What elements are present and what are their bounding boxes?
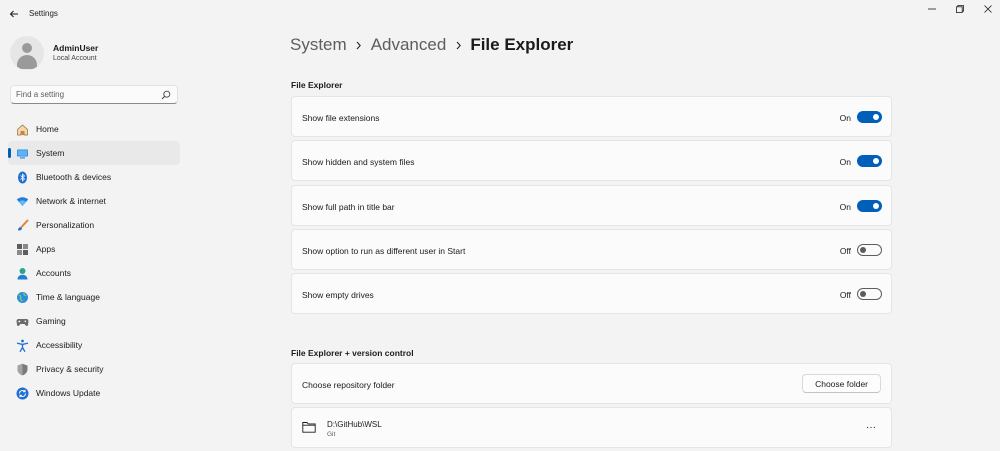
toggle-state-text: On [839,113,851,123]
search-box[interactable] [10,85,178,104]
wifi-icon [15,194,29,208]
update-icon [15,386,29,400]
sidebar-item-system[interactable]: System [8,141,180,165]
search-icon [161,90,171,100]
setting-label: Show full path in title bar [302,202,395,212]
folder-icon [302,422,316,433]
section-title-file-explorer: File Explorer [291,80,343,90]
toggle-state-text: On [839,202,851,212]
toggle-switch[interactable] [857,200,882,212]
toggle-state-text: On [839,157,851,167]
section-title-version-control: File Explorer + version control [291,348,414,358]
back-button[interactable] [4,4,24,24]
setting-show-empty-drives: Show empty drives Off [291,273,892,314]
restore-icon [956,5,964,13]
title-bar: Settings [0,0,1000,28]
shield-icon [15,362,29,376]
toggle-switch[interactable] [857,244,882,256]
apps-icon [15,242,29,256]
toggle-switch[interactable] [857,155,882,167]
close-icon [984,5,992,13]
sidebar-item-personalization[interactable]: Personalization [8,213,180,237]
choose-folder-button[interactable]: Choose folder [802,374,881,393]
sidebar-item-apps[interactable]: Apps [8,237,180,261]
account-type: Local Account [53,55,97,62]
close-button[interactable] [974,0,1000,18]
repository-type: Git [327,431,336,438]
breadcrumb-advanced[interactable]: Advanced [371,35,447,55]
maximize-button[interactable] [946,0,974,18]
toggle-switch[interactable] [857,111,882,123]
user-name: AdminUser [53,43,99,53]
sidebar-item-home[interactable]: Home [8,117,180,141]
repository-item[interactable]: D:\GitHub\WSL Git ··· [291,407,892,448]
breadcrumb: System Advanced File Explorer [290,33,573,57]
sidebar-item-bluetooth[interactable]: Bluetooth & devices [8,165,180,189]
toggle-state-text: Off [839,246,851,256]
minimize-icon [928,8,936,10]
setting-show-file-extensions: Show file extensions On [291,96,892,137]
toggle-state-text: Off [839,290,851,300]
home-icon [15,122,29,136]
globe-icon [15,290,29,304]
sidebar-item-accessibility[interactable]: Accessibility [8,333,180,357]
sidebar-item-accounts[interactable]: Accounts [8,261,180,285]
bluetooth-icon [15,170,29,184]
setting-run-as-different-user: Show option to run as different user in … [291,229,892,270]
search-input[interactable] [16,88,156,101]
page-title: File Explorer [470,35,574,54]
chevron-right-icon [347,41,371,50]
more-icon: ··· [866,421,876,433]
minimize-button[interactable] [918,0,946,18]
setting-label: Show file extensions [302,113,380,123]
chevron-right-icon [446,41,470,50]
setting-label: Choose repository folder [302,380,395,390]
setting-label: Show empty drives [302,290,374,300]
repository-path: D:\GitHub\WSL [327,420,382,429]
setting-label: Show hidden and system files [302,157,415,167]
avatar [10,36,44,70]
more-options-button[interactable]: ··· [859,419,883,435]
back-arrow-icon [9,10,18,18]
user-card[interactable]: AdminUser Local Account [10,34,180,74]
setting-show-full-path: Show full path in title bar On [291,185,892,226]
accessibility-icon [15,338,29,352]
accounts-icon [15,266,29,280]
sidebar-item-time-language[interactable]: Time & language [8,285,180,309]
system-icon [15,146,29,160]
setting-label: Show option to run as different user in … [302,246,466,256]
gamepad-icon [15,314,29,328]
sidebar-nav: Home System Bluetooth & devices Network … [8,117,180,405]
app-title: Settings [29,9,58,18]
sidebar-item-windows-update[interactable]: Windows Update [8,381,180,405]
setting-show-hidden-files: Show hidden and system files On [291,140,892,181]
sidebar-item-network[interactable]: Network & internet [8,189,180,213]
sidebar-item-gaming[interactable]: Gaming [8,309,180,333]
breadcrumb-system[interactable]: System [290,35,347,55]
brush-icon [15,218,29,232]
sidebar-item-privacy-security[interactable]: Privacy & security [8,357,180,381]
toggle-switch[interactable] [857,288,882,300]
choose-repository-row: Choose repository folder Choose folder [291,363,892,404]
